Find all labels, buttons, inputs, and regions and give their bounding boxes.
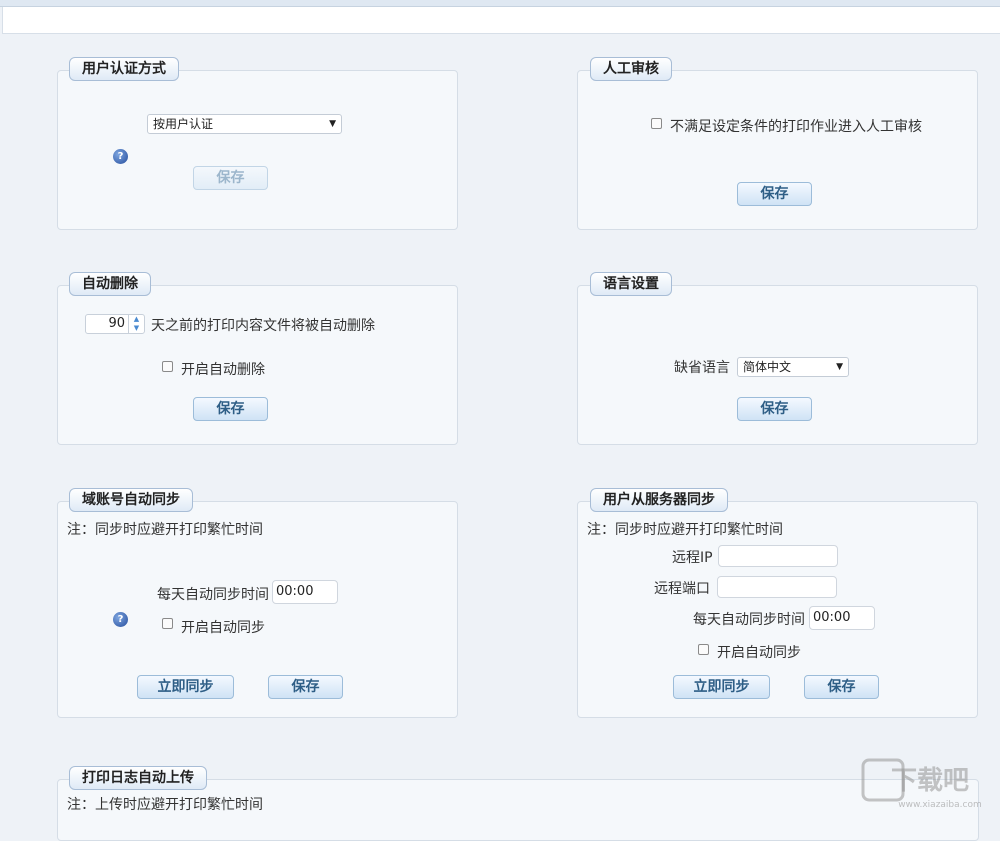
language-panel-title: 语言设置 (590, 272, 672, 296)
top-bar (0, 0, 1000, 7)
domain-sync-note: 注：同步时应避开打印繁忙时间 (67, 519, 263, 539)
language-save-button[interactable]: 保存 (737, 397, 812, 421)
watermark-url: www.xiazaiba.com (898, 800, 982, 810)
review-panel (577, 70, 978, 230)
remote-port-label: 远程端口 (654, 578, 710, 598)
remote-ip-label: 远程IP (672, 547, 713, 567)
domain-sync-panel-title: 域账号自动同步 (69, 488, 193, 512)
manual-review-checkbox[interactable] (651, 118, 662, 129)
review-save-button[interactable]: 保存 (737, 182, 812, 206)
server-sync-time-input[interactable]: 00:00 (809, 606, 875, 630)
server-sync-checkbox-label: 开启自动同步 (717, 642, 801, 662)
chevron-down-icon: ▼ (836, 358, 843, 376)
days-description: 天之前的打印内容文件将被自动删除 (151, 315, 375, 335)
help-question-icon[interactable]: ? (113, 149, 128, 164)
spinner-arrows-icon[interactable]: ▲▼ (128, 315, 144, 333)
watermark-logo: 下载吧 www.xiazaiba.com (860, 757, 1000, 815)
autodelete-save-button[interactable]: 保存 (193, 397, 268, 421)
domain-sync-time-label: 每天自动同步时间 (157, 584, 269, 604)
domain-sync-checkbox-label: 开启自动同步 (181, 617, 265, 637)
log-upload-note: 注：上传时应避开打印繁忙时间 (67, 794, 263, 814)
remote-ip-input[interactable] (718, 545, 838, 567)
manual-review-label: 不满足设定条件的打印作业进入人工审核 (670, 116, 922, 136)
review-panel-title: 人工审核 (590, 57, 672, 81)
top-bar-inner (2, 7, 1000, 34)
server-sync-checkbox[interactable] (698, 644, 709, 655)
server-sync-panel-title: 用户从服务器同步 (590, 488, 728, 512)
auth-method-select[interactable]: 按用户认证 ▼ (147, 114, 342, 134)
remote-port-input[interactable] (717, 576, 837, 598)
log-upload-panel-title: 打印日志自动上传 (69, 766, 207, 790)
help-question-icon[interactable]: ? (113, 612, 128, 627)
domain-sync-save-button[interactable]: 保存 (268, 675, 343, 699)
chevron-down-icon: ▼ (329, 115, 336, 133)
autodelete-checkbox[interactable] (162, 361, 173, 372)
server-sync-time-label: 每天自动同步时间 (693, 609, 805, 629)
autodelete-panel-title: 自动删除 (69, 272, 151, 296)
domain-sync-time-input[interactable]: 00:00 (272, 580, 338, 604)
auth-method-select-value: 按用户认证 (153, 117, 213, 131)
default-language-value: 简体中文 (743, 360, 791, 374)
default-language-select[interactable]: 简体中文 ▼ (737, 357, 849, 377)
days-spinner-value: 90 (108, 316, 125, 331)
auth-save-button[interactable]: 保存 (193, 166, 268, 190)
server-sync-note: 注：同步时应避开打印繁忙时间 (587, 519, 783, 539)
domain-sync-checkbox[interactable] (162, 618, 173, 629)
auth-panel-title: 用户认证方式 (69, 57, 179, 81)
watermark-text: 下载吧 (891, 766, 969, 796)
server-sync-now-button[interactable]: 立即同步 (673, 675, 770, 699)
days-spinner[interactable]: 90 ▲▼ (85, 314, 145, 334)
domain-sync-now-button[interactable]: 立即同步 (137, 675, 234, 699)
autodelete-checkbox-label: 开启自动删除 (181, 359, 265, 379)
server-sync-save-button[interactable]: 保存 (804, 675, 879, 699)
default-language-label: 缺省语言 (674, 357, 730, 377)
